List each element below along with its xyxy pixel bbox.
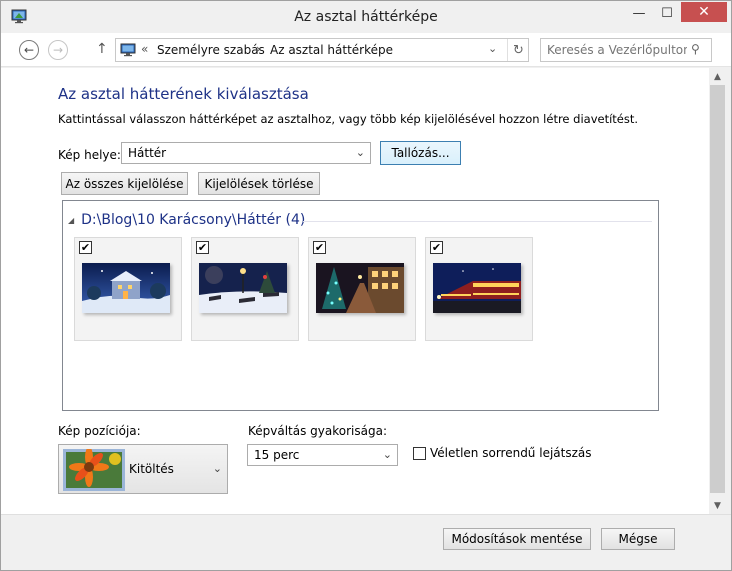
collapse-icon[interactable]: ◢ [68, 216, 74, 225]
scrollbar-thumb[interactable] [710, 85, 725, 493]
image-tile[interactable]: ✔ [191, 237, 299, 341]
breadcrumb-overflow[interactable]: « [141, 42, 148, 56]
save-changes-button[interactable]: Módosítások mentése [443, 528, 591, 550]
image-tile[interactable]: ✔ [74, 237, 182, 341]
location-label: Kép helye: [58, 148, 121, 162]
chevron-down-icon: ⌄ [382, 448, 392, 461]
position-label: Kép pozíciója: [58, 424, 141, 438]
page-title: Az asztal hátterének kiválasztása [58, 85, 309, 103]
search-icon[interactable]: ⚲ [691, 42, 700, 56]
chevron-down-icon: ⌄ [355, 146, 365, 159]
up-button[interactable]: ↑ [96, 41, 108, 57]
group-header[interactable]: ◢ D:\Blog\10 Karácsony\Háttér (4) [68, 212, 305, 228]
shuffle-checkbox[interactable] [413, 446, 426, 460]
flower-preview-icon [63, 449, 125, 491]
footer: Módosítások mentése Mégse [1, 514, 731, 570]
image-checkbox[interactable]: ✔ [196, 241, 209, 254]
close-button[interactable]: ✕ [681, 2, 727, 22]
location-value: Háttér [128, 146, 167, 160]
image-checkbox[interactable]: ✔ [430, 241, 443, 254]
minimize-button[interactable]: — [625, 2, 653, 24]
refresh-button[interactable]: ↻ [507, 39, 529, 61]
vertical-scrollbar[interactable]: ▲ ▼ [709, 68, 726, 514]
breadcrumb-personalization[interactable]: Személyre szabás [157, 43, 265, 57]
navigation-bar: ← → ↑ « Személyre szabás › Az asztal hát… [1, 33, 731, 67]
cancel-button[interactable]: Mégse [601, 528, 675, 550]
christmas-train-thumbnail[interactable] [433, 263, 521, 313]
image-tile[interactable]: ✔ [308, 237, 416, 341]
clear-selection-button[interactable]: Kijelölések törlése [198, 172, 320, 195]
group-divider [303, 221, 652, 222]
page-description: Kattintással válasszon háttérképet az as… [58, 112, 639, 126]
position-value: Kitöltés [129, 462, 174, 476]
select-all-button[interactable]: Az összes kijelölése [61, 172, 188, 195]
position-select[interactable]: Kitöltés ⌄ [58, 444, 228, 494]
scroll-down-icon[interactable]: ▼ [709, 497, 726, 514]
maximize-button[interactable]: ☐ [653, 2, 681, 24]
shuffle-label[interactable]: Véletlen sorrendű lejátszás [430, 446, 592, 460]
image-checkbox[interactable]: ✔ [313, 241, 326, 254]
breadcrumb-separator[interactable]: › [256, 42, 261, 56]
main-content: Az asztal hátterének kiválasztása Kattin… [1, 68, 709, 514]
scroll-up-icon[interactable]: ▲ [709, 68, 726, 85]
location-select[interactable]: Háttér ⌄ [121, 142, 371, 164]
back-button[interactable]: ← [19, 40, 39, 60]
search-box[interactable]: ⚲ [540, 38, 712, 62]
image-tile[interactable]: ✔ [425, 237, 533, 341]
breadcrumb-desktop-background[interactable]: Az asztal háttérképe [270, 43, 393, 57]
address-dropdown-icon[interactable]: ⌄ [488, 42, 497, 55]
snowy-park-thumbnail[interactable] [199, 263, 287, 313]
window-title: Az asztal háttérképe [294, 9, 438, 25]
chevron-down-icon: ⌄ [212, 462, 222, 475]
interval-select[interactable]: 15 perc ⌄ [247, 444, 398, 466]
interval-label: Képváltás gyakorisága: [248, 424, 388, 438]
group-title: D:\Blog\10 Karácsony\Háttér (4) [81, 212, 306, 228]
forward-button[interactable]: → [48, 40, 68, 60]
browse-button[interactable]: Tallózás... [380, 141, 461, 165]
shuffle-option[interactable]: Véletlen sorrendű lejátszás [413, 446, 592, 460]
control-panel-icon [120, 43, 136, 57]
search-input[interactable] [547, 42, 687, 58]
image-checkbox[interactable]: ✔ [79, 241, 92, 254]
interval-value: 15 perc [254, 448, 300, 462]
christmas-street-thumbnail[interactable] [316, 263, 404, 313]
image-gallery[interactable]: ◢ D:\Blog\10 Karácsony\Háttér (4) ✔ ✔ ✔ … [62, 200, 659, 411]
snowy-castle-thumbnail[interactable] [82, 263, 170, 313]
title-bar[interactable]: Az asztal háttérképe — ☐ ✕ [1, 1, 731, 33]
address-bar[interactable]: « Személyre szabás › Az asztal háttérkép… [115, 38, 529, 62]
window: Az asztal háttérképe — ☐ ✕ ← → ↑ « Szemé… [0, 0, 732, 571]
